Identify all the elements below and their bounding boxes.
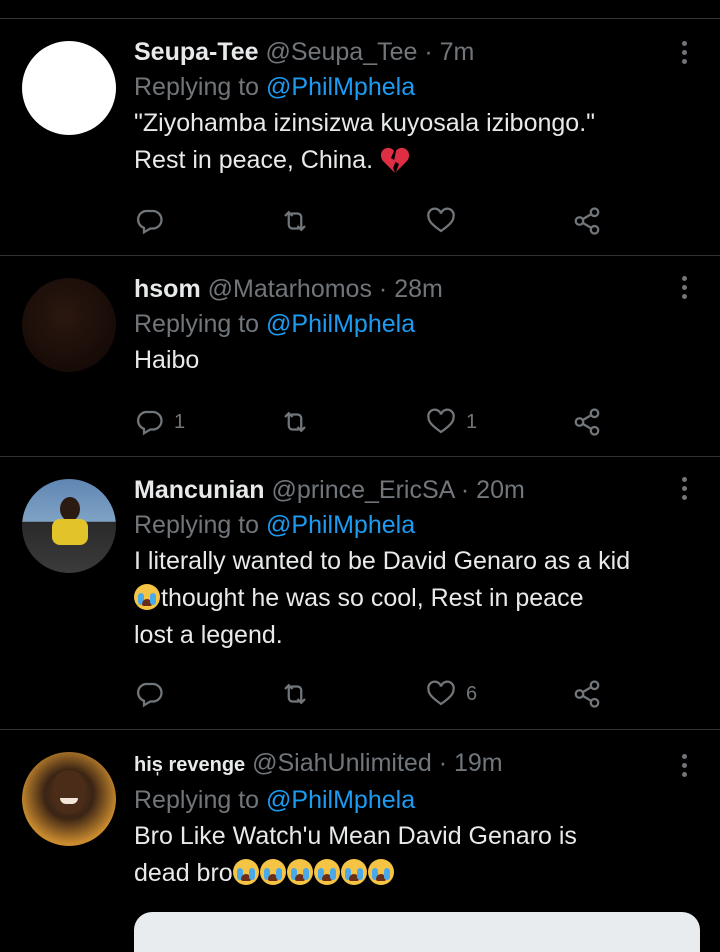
user-handle[interactable]: @Matarhomos [208, 275, 372, 303]
like-button[interactable]: 1 [426, 402, 477, 442]
tweet-actions [134, 201, 614, 241]
loudly-crying-face-emoji [340, 859, 367, 885]
like-icon [427, 207, 455, 233]
tweet-text: "Ziyohamba izinsizwa kuyosala izibongo."… [134, 105, 700, 185]
like-icon [427, 408, 455, 434]
separator-dot: · [438, 749, 448, 777]
share-icon [574, 680, 600, 708]
broken-heart-emoji [380, 146, 410, 185]
replying-to-label: Replying to [134, 786, 260, 814]
avatar[interactable] [22, 41, 116, 135]
tweet-actions: 1 1 [134, 402, 614, 442]
avatar-figure [60, 497, 80, 521]
avatar[interactable] [22, 752, 116, 846]
loudly-crying-face-emoji [286, 859, 313, 885]
share-icon [574, 408, 600, 436]
user-handle[interactable]: @Seupa_Tee [266, 38, 418, 66]
text-line: Rest in peace, China. [134, 146, 374, 174]
separator-dot: · [424, 38, 433, 66]
loudly-crying-face-emoji [259, 859, 286, 885]
like-icon [427, 680, 455, 706]
replying-to: Replying to @PhilMphela [134, 782, 700, 818]
replying-to: Replying to @PhilMphela [134, 69, 700, 105]
text-line: Haibo [134, 346, 200, 374]
text-line: "Ziyohamba izinsizwa kuyosala izibongo." [134, 109, 596, 137]
tweet-header: Mancunian @prince_EricSA · 20m [134, 473, 700, 507]
reply-icon [137, 209, 163, 235]
retweet-button[interactable] [280, 402, 310, 442]
reply-count: 1 [174, 410, 186, 433]
display-name[interactable]: hsom [134, 275, 201, 303]
retweet-button[interactable] [280, 201, 310, 241]
tweet-header: Seupa-Tee @Seupa_Tee · 7m [134, 35, 700, 69]
reply-button[interactable] [134, 674, 164, 714]
timestamp[interactable]: 20m [476, 476, 525, 504]
tweet-text: Haibo [134, 342, 700, 379]
reply-tweet-3[interactable]: Mancunian @prince_EricSA · 20m Replying … [0, 457, 720, 730]
display-name[interactable]: Mancunian [134, 476, 265, 504]
reply-tweet-2[interactable]: hsom @Matarhomos · 28m Replying to @Phil… [0, 256, 720, 457]
text-line: Bro Like Watch'u Mean David Genaro is [134, 822, 577, 850]
text-line: thought he was so cool, Rest in peace [161, 584, 584, 612]
like-count: 1 [466, 410, 478, 433]
reply-button[interactable] [134, 201, 164, 241]
attached-media-preview[interactable] [134, 912, 700, 952]
reply-button[interactable]: 1 [134, 402, 185, 442]
replying-to: Replying to @PhilMphela [134, 306, 700, 342]
tweet-text: Bro Like Watch'u Mean David Genaro is de… [134, 818, 700, 892]
avatar-figure-body [52, 519, 88, 545]
like-button[interactable]: 6 [426, 674, 477, 714]
timestamp[interactable]: 19m [454, 749, 503, 777]
loudly-crying-face-emoji [313, 859, 340, 885]
avatar[interactable] [22, 278, 116, 372]
separator-dot: · [460, 476, 470, 504]
tweet-actions: 6 [134, 674, 614, 714]
like-count: 6 [466, 682, 478, 705]
replying-to-label: Replying to [134, 511, 260, 539]
tweet-text: I literally wanted to be David Genaro as… [134, 543, 700, 654]
share-button[interactable] [572, 201, 602, 241]
reply-icon [137, 682, 163, 708]
replying-to-label: Replying to [134, 73, 260, 101]
mention-link[interactable]: @PhilMphela [266, 73, 415, 101]
retweet-icon [284, 411, 306, 433]
share-icon [574, 207, 600, 235]
retweet-button[interactable] [280, 674, 310, 714]
avatar[interactable] [22, 479, 116, 573]
avatar-face [52, 770, 86, 814]
reply-icon [137, 410, 163, 436]
loudly-crying-face-emoji [134, 584, 160, 610]
loudly-crying-face-emoji [367, 859, 394, 885]
user-handle[interactable]: @prince_EricSA [272, 476, 454, 504]
text-line: dead bro [134, 859, 233, 887]
share-button[interactable] [572, 674, 602, 714]
share-button[interactable] [572, 402, 602, 442]
timestamp[interactable]: 28m [394, 275, 443, 303]
separator-dot: · [378, 275, 388, 303]
timestamp[interactable]: 7m [440, 38, 475, 66]
retweet-icon [284, 683, 306, 705]
user-handle[interactable]: @SiahUnlimited [252, 749, 432, 777]
mention-link[interactable]: @PhilMphela [266, 786, 415, 814]
reply-tweet-1[interactable]: Seupa-Tee @Seupa_Tee · 7m Replying to @P… [0, 19, 720, 256]
display-name[interactable]: Seupa-Tee [134, 38, 259, 66]
mention-link[interactable]: @PhilMphela [266, 511, 415, 539]
text-line: I literally wanted to be David Genaro as… [134, 547, 631, 575]
replying-to-label: Replying to [134, 310, 260, 338]
display-name[interactable]: his̩ revenge [134, 754, 245, 776]
like-button[interactable] [426, 201, 456, 241]
tweet-header: his̩ revenge @SiahUnlimited · 19m [134, 746, 700, 782]
replying-to: Replying to @PhilMphela [134, 507, 700, 543]
retweet-icon [284, 210, 306, 232]
reply-tweet-4[interactable]: his̩ revenge @SiahUnlimited · 19m Replyi… [0, 730, 720, 929]
tweet-header: hsom @Matarhomos · 28m [134, 272, 700, 306]
text-line: lost a legend. [134, 621, 283, 649]
loudly-crying-face-emoji [232, 859, 259, 885]
mention-link[interactable]: @PhilMphela [266, 310, 415, 338]
